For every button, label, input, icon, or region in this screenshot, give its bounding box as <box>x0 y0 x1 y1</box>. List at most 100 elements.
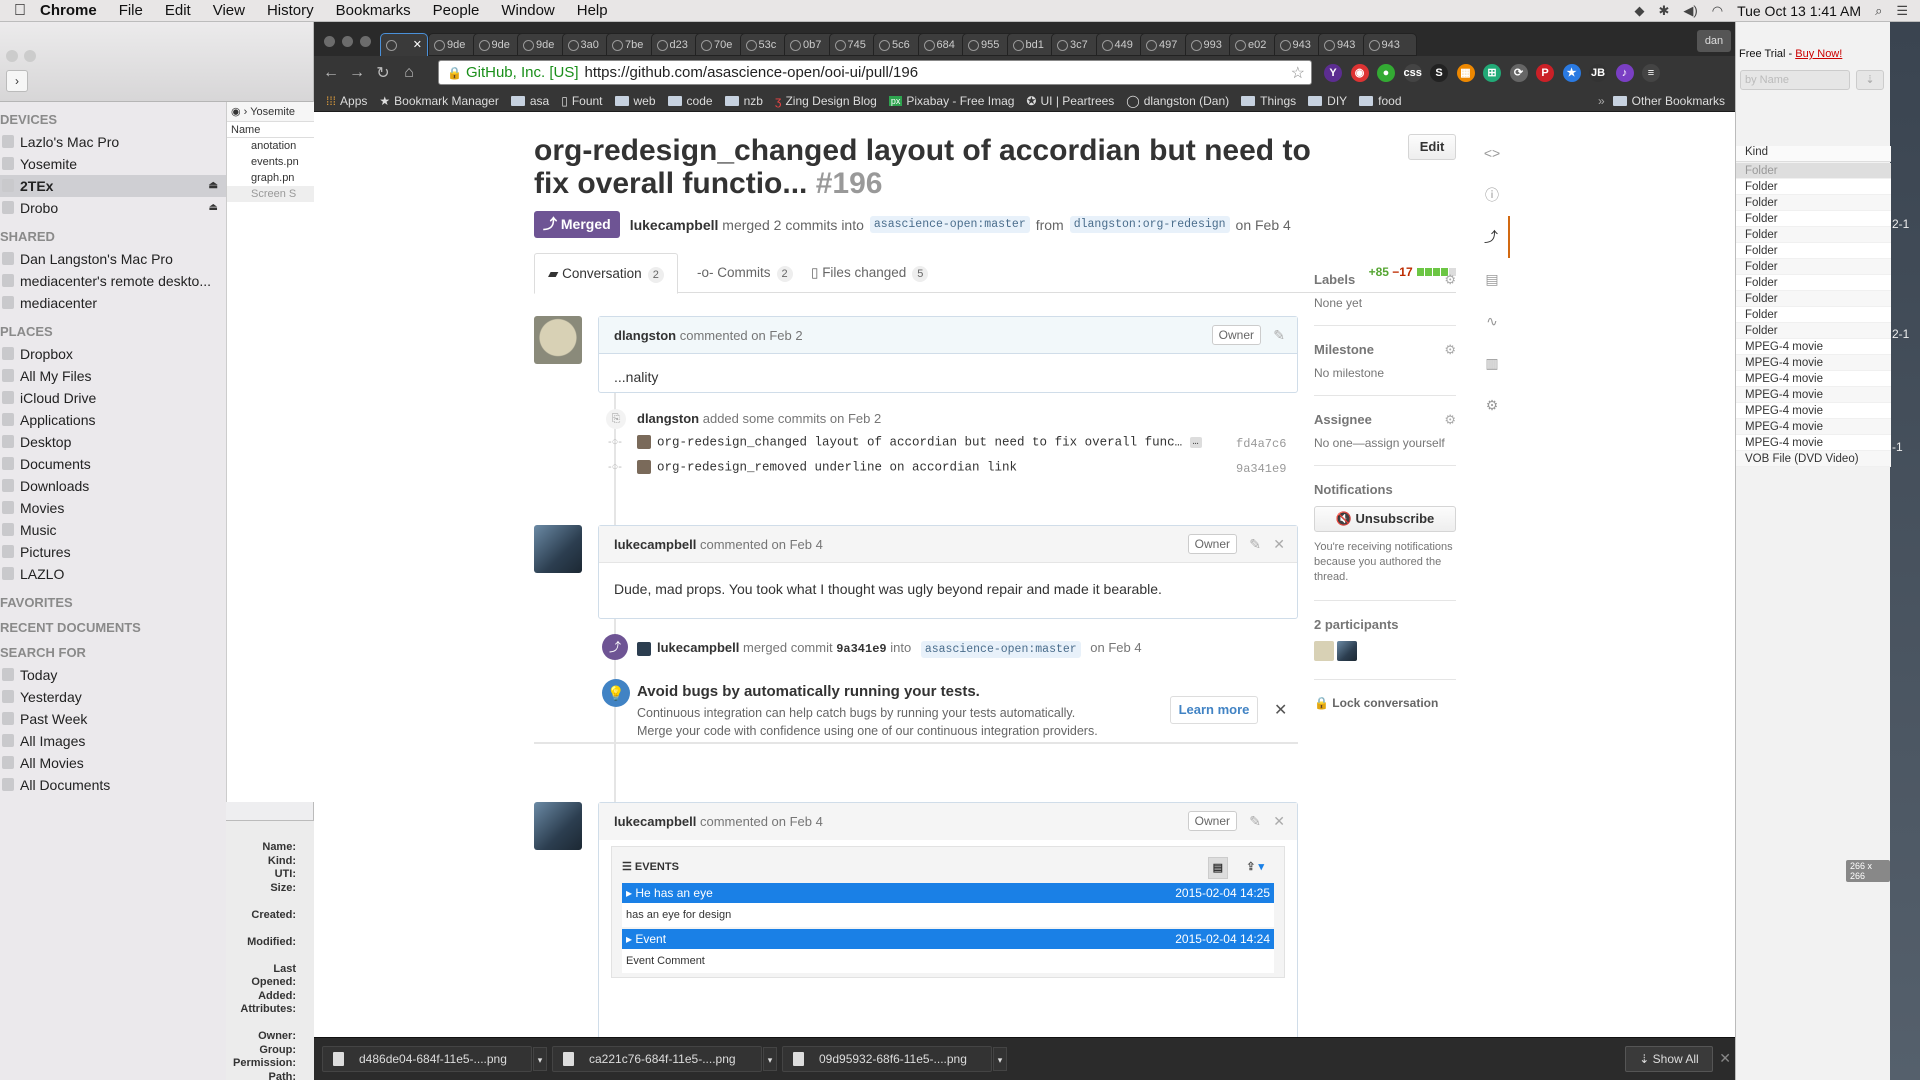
extension-icon[interactable]: ⊞ <box>1483 64 1501 82</box>
settings-gear-icon[interactable]: ⚙ <box>1474 384 1510 426</box>
finder-path-bar[interactable]: ◉ › Yosemite <box>227 102 314 122</box>
menu-window[interactable]: Window <box>501 2 554 19</box>
download-menu-chevron-icon[interactable]: ▾ <box>533 1047 547 1071</box>
kind-row[interactable]: Folder <box>1736 291 1891 307</box>
finder-close-button[interactable] <box>6 50 18 62</box>
sidebar-item[interactable]: All My Files <box>0 365 226 387</box>
sidebar-item[interactable]: mediacenter <box>0 292 226 314</box>
kind-row[interactable]: MPEG-4 movie <box>1736 435 1891 451</box>
commit-message-link[interactable]: org-redesign_removed underline on accord… <box>657 460 1017 474</box>
bookmark-folder-nzb[interactable]: nzb <box>724 94 763 108</box>
browser-tab[interactable]: 943 <box>1362 33 1417 56</box>
list-item[interactable]: Screen S <box>227 186 314 202</box>
sidebar-item[interactable]: All Movies <box>0 752 226 774</box>
comment-author[interactable]: lukecampbell <box>614 537 696 552</box>
participant-avatar[interactable] <box>1337 641 1357 661</box>
bookmark-manager[interactable]: ★ Bookmark Manager <box>379 94 498 108</box>
sidebar-item[interactable]: Applications <box>0 409 226 431</box>
menu-clock[interactable]: Tue Oct 13 1:41 AM <box>1737 3 1861 19</box>
menu-edit[interactable]: Edit <box>165 2 191 19</box>
merge-target-branch[interactable]: asascience-open:master <box>920 641 1081 658</box>
sidebar-item[interactable]: All Documents <box>0 774 226 796</box>
sidebar-item[interactable]: Past Week <box>0 708 226 730</box>
avatar[interactable] <box>534 802 582 850</box>
bookmark-peartrees[interactable]: ✪ UI | Peartrees <box>1026 94 1114 108</box>
sidebar-item[interactable]: Dropbox <box>0 343 226 365</box>
tab-files-changed[interactable]: ▯ Files changed 5 <box>798 253 941 293</box>
download-icon[interactable]: ⇣ <box>1856 70 1884 90</box>
list-item[interactable]: anotation <box>227 138 314 154</box>
reload-button[interactable]: ↻ <box>370 63 396 83</box>
sidebar-item[interactable]: Lazlo's Mac Pro <box>0 131 226 153</box>
avatar[interactable] <box>534 316 582 364</box>
close-window-button[interactable] <box>324 36 335 47</box>
avatar[interactable] <box>534 525 582 573</box>
tab-conversation[interactable]: ▰ Conversation 2 <box>534 253 678 294</box>
notification-center-icon[interactable]: ☰ <box>1896 3 1908 19</box>
sidebar-item[interactable]: All Images <box>0 730 226 752</box>
author-link[interactable]: lukecampbell <box>630 217 719 233</box>
menu-app-chrome[interactable]: Chrome <box>40 2 97 19</box>
search-input[interactable]: by Name <box>1740 70 1850 90</box>
menu-people[interactable]: People <box>433 2 480 19</box>
comment-date[interactable]: on Feb 4 <box>772 537 823 552</box>
labels-gear-icon[interactable]: ⚙ <box>1444 272 1456 288</box>
extension-icon[interactable]: ◉ <box>1350 64 1369 82</box>
kind-row[interactable]: MPEG-4 movie <box>1736 387 1891 403</box>
edit-button[interactable]: Edit <box>1408 134 1456 160</box>
close-downloads-bar-icon[interactable]: ✕ <box>1719 1050 1731 1067</box>
sidebar-item[interactable]: 2TEx ⏏ <box>0 175 226 197</box>
kind-row[interactable]: MPEG-4 movie <box>1736 403 1891 419</box>
sidebar-item[interactable]: Movies <box>0 497 226 519</box>
base-branch[interactable]: asascience-open:master <box>869 216 1030 233</box>
sidebar-item[interactable]: iCloud Drive <box>0 387 226 409</box>
status-wifi-icon[interactable]: ◠ <box>1712 3 1723 19</box>
show-all-downloads-button[interactable]: ⇣ Show All <box>1625 1046 1713 1072</box>
kind-row[interactable]: Folder <box>1736 307 1891 323</box>
sidebar-item[interactable]: Desktop <box>0 431 226 453</box>
issues-icon[interactable]: ⓘ <box>1474 174 1510 216</box>
bookmark-pixabay[interactable]: px Pixabay - Free Imag <box>888 94 1014 108</box>
kind-row[interactable]: Folder <box>1736 275 1891 291</box>
sidebar-item[interactable]: LAZLO <box>0 563 226 585</box>
learn-more-button[interactable]: Learn more <box>1170 696 1258 724</box>
expand-ellipsis-button[interactable]: … <box>1189 436 1202 448</box>
zoom-window-button[interactable] <box>360 36 371 47</box>
minimize-window-button[interactable] <box>342 36 353 47</box>
list-header-name[interactable]: Name <box>227 122 314 138</box>
bookmark-apps[interactable]: ⁞⁞⁞ Apps <box>326 94 367 108</box>
kind-row[interactable]: Folder <box>1736 195 1891 211</box>
comment-date[interactable]: on Feb 2 <box>751 328 802 343</box>
extension-icon[interactable]: css <box>1403 64 1422 82</box>
download-item[interactable]: 09d95932-68f6-11e5-....png ▾ <box>782 1046 1007 1072</box>
tab-commits[interactable]: -o- Commits 2 <box>684 253 806 293</box>
kind-row[interactable]: MPEG-4 movie <box>1736 339 1891 355</box>
sidebar-item[interactable]: Drobo ⏏ <box>0 197 226 219</box>
download-menu-chevron-icon[interactable]: ▾ <box>993 1047 1007 1071</box>
bookmark-zing[interactable]: ʒ Zing Design Blog <box>775 94 877 108</box>
url-text[interactable]: https://github.com/asascience-open/ooi-u… <box>585 64 919 81</box>
bookmark-star-icon[interactable]: ☆ <box>1291 63 1305 83</box>
commit-sha-link[interactable]: 9a341e9 <box>1236 462 1286 476</box>
extension-icon[interactable]: JB <box>1589 64 1607 82</box>
extension-icon[interactable]: ≡ <box>1642 64 1660 82</box>
kind-row[interactable]: Folder <box>1736 163 1891 179</box>
finder-minimize-button[interactable] <box>24 50 36 62</box>
menu-help[interactable]: Help <box>577 2 608 19</box>
kind-row[interactable]: Folder <box>1736 323 1891 339</box>
extension-icon[interactable]: P <box>1536 64 1554 82</box>
menu-file[interactable]: File <box>119 2 143 19</box>
close-icon[interactable]: ✕ <box>1273 803 1285 840</box>
kind-row[interactable]: VOB File (DVD Video) <box>1736 451 1891 467</box>
merge-sha-link[interactable]: 9a341e9 <box>836 642 886 656</box>
finder-forward-button[interactable]: › <box>6 70 28 92</box>
status-volume-icon[interactable]: ◀) <box>1683 3 1697 19</box>
commit-message-link[interactable]: org-redesign_changed layout of accordian… <box>657 435 1182 449</box>
kind-column-header[interactable]: Kind <box>1736 146 1891 162</box>
unsubscribe-button[interactable]: 🔇 Unsubscribe <box>1314 506 1456 532</box>
download-menu-chevron-icon[interactable]: ▾ <box>763 1047 777 1071</box>
address-bar[interactable]: 🔒 GitHub, Inc. [US] https://github.com/a… <box>438 60 1312 85</box>
menu-view[interactable]: View <box>213 2 245 19</box>
list-item[interactable]: events.pn <box>227 154 314 170</box>
buy-now-link[interactable]: Buy Now! <box>1795 48 1842 60</box>
